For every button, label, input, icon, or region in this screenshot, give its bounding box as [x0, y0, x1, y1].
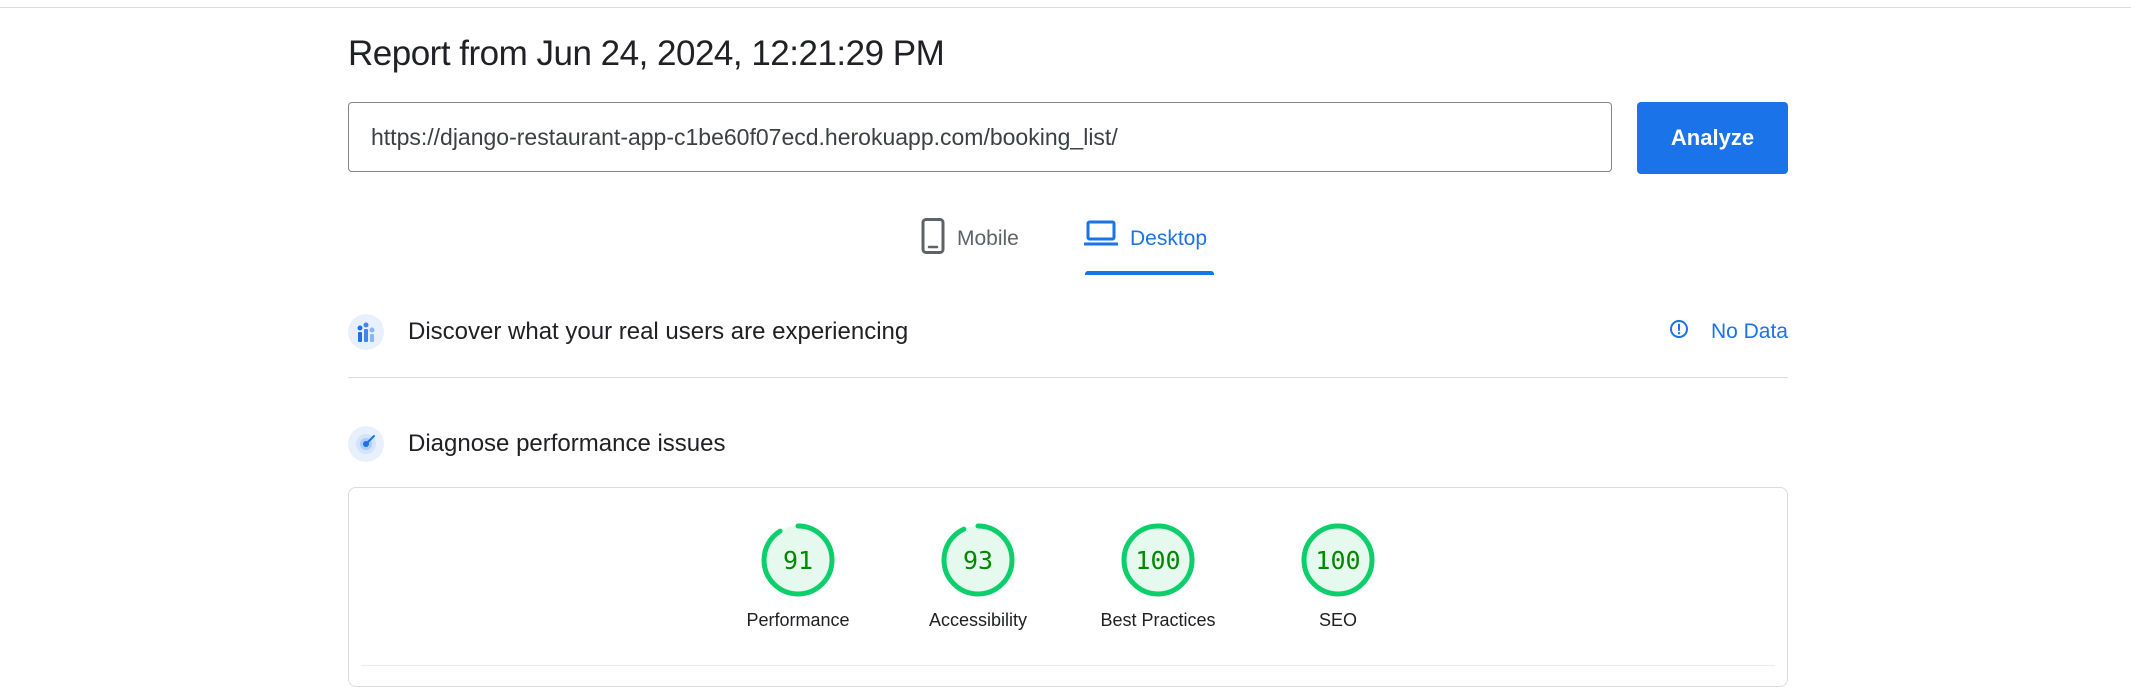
score-ring: 91: [761, 523, 835, 597]
tab-desktop-label: Desktop: [1130, 227, 1208, 250]
diagnose-title: Diagnose performance issues: [408, 430, 726, 457]
top-divider: [0, 7, 2131, 8]
no-data-label: No Data: [1710, 320, 1788, 343]
score-value: 93: [963, 546, 993, 575]
score-ring: 100: [1121, 523, 1195, 597]
real-users-title: Discover what your real users are experi…: [408, 318, 909, 345]
info-icon: [1669, 319, 1689, 345]
score-gauge[interactable]: 100 Best Practices: [1068, 522, 1248, 631]
url-field[interactable]: [348, 102, 1612, 172]
phone-icon: [921, 218, 945, 259]
diagnose-section: Diagnose performance issues: [348, 424, 1788, 464]
tab-mobile-label: Mobile: [957, 227, 1019, 250]
score-label: Best Practices: [1100, 610, 1216, 630]
users-chart-icon: [348, 314, 384, 350]
page-title: Report from Jun 24, 2024, 12:21:29 PM: [348, 34, 945, 73]
url-input[interactable]: [371, 103, 1591, 171]
score-ring: 100: [1301, 523, 1375, 597]
real-users-section[interactable]: Discover what your real users are experi…: [348, 312, 1788, 352]
score-ring: 93: [941, 523, 1015, 597]
score-label: SEO: [1318, 610, 1357, 630]
section-divider: [348, 377, 1788, 378]
analyze-button[interactable]: Analyze: [1637, 102, 1788, 174]
tab-desktop[interactable]: Desktop: [1083, 218, 1208, 276]
no-data-link[interactable]: No Data: [1669, 312, 1788, 352]
score-label: Performance: [746, 610, 850, 630]
tab-mobile[interactable]: Mobile: [921, 218, 1019, 276]
gauge-icon: [348, 426, 384, 462]
score-gauge[interactable]: 100 SEO: [1248, 522, 1428, 631]
tab-selected-indicator: [1085, 271, 1214, 275]
score-value: 100: [1135, 546, 1180, 575]
laptop-icon: [1083, 218, 1119, 253]
scores-card: 91 Performance 93 Accessibility 100 Best Prac…: [348, 487, 1788, 687]
score-gauge[interactable]: 93 Accessibility: [888, 522, 1068, 631]
score-label: Accessibility: [928, 610, 1028, 630]
card-divider: [361, 665, 1775, 666]
score-value: 91: [783, 546, 813, 575]
score-gauge[interactable]: 91 Performance: [708, 522, 888, 631]
score-value: 100: [1315, 546, 1360, 575]
